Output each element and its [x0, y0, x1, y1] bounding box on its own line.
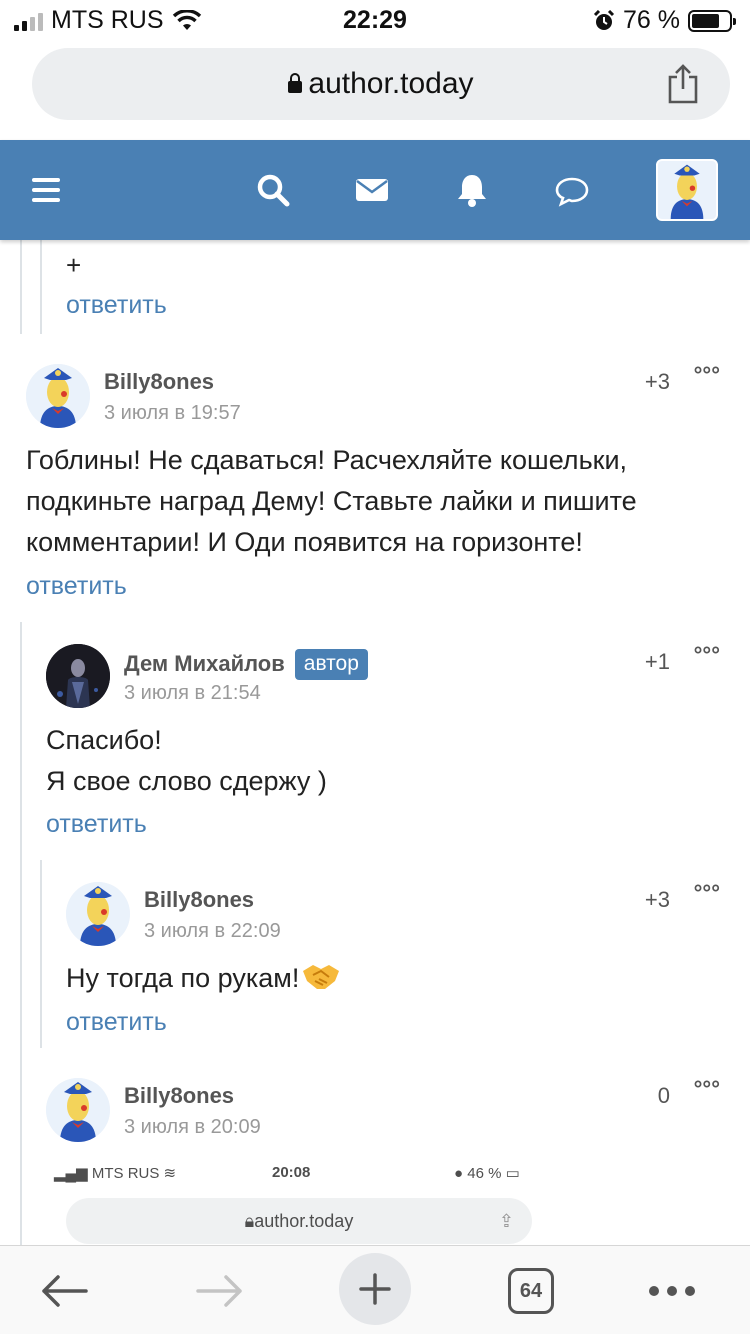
comment-date[interactable]: 3 июля в 21:54	[124, 682, 261, 705]
comment-text-line: Гоблины! Не сдаваться! Расчехляйте кошел…	[26, 445, 628, 475]
comment-avatar[interactable]	[46, 1078, 110, 1142]
author-badge: автор	[294, 649, 368, 680]
address-bar[interactable]: author.today	[32, 48, 730, 120]
embed-battery: ● 46 % ▭	[454, 1165, 520, 1182]
battery-percent: 76 %	[623, 6, 680, 34]
comment-author[interactable]: Billy8ones	[124, 1083, 234, 1109]
user-avatar[interactable]	[656, 159, 718, 221]
comment-score[interactable]: +3	[645, 369, 670, 395]
thread-line	[20, 622, 22, 1245]
comment-date[interactable]: 3 июля в 22:09	[144, 920, 281, 943]
comment-author[interactable]: Дем Михайлов автор	[124, 649, 368, 680]
reply-link[interactable]: ответить	[26, 572, 127, 601]
avatar-image	[658, 161, 716, 219]
more-options-icon[interactable]: °°°	[694, 362, 720, 388]
url-display[interactable]: author.today	[32, 67, 730, 101]
comment: Billy8ones 3 июля в 22:09 +3 °°° Ну тогд…	[66, 876, 726, 1046]
tabs-count: 64	[508, 1268, 554, 1314]
status-right: 76 %	[593, 6, 736, 35]
embed-carrier: ▂▄▆ MTS RUS ︎≋	[54, 1165, 177, 1182]
reply-link[interactable]: ответить	[66, 1008, 167, 1037]
back-button[interactable]	[36, 1256, 92, 1326]
avatar-image	[26, 364, 90, 428]
share-icon[interactable]	[666, 64, 700, 104]
chat-icon[interactable]	[554, 172, 590, 208]
comment-avatar[interactable]	[46, 644, 110, 708]
attached-screenshot[interactable]: ▂▄▆ MTS RUS ︎≋ 20:08 ● 46 % ▭ 🔒︎author.t…	[46, 1158, 546, 1245]
comment-date[interactable]: 3 июля в 20:09	[124, 1116, 261, 1139]
comment-author[interactable]: Billy8ones	[144, 887, 254, 913]
comment-date[interactable]: 3 июля в 19:57	[104, 402, 241, 425]
search-icon[interactable]	[255, 172, 291, 208]
avatar-image	[46, 1078, 110, 1142]
more-options-icon[interactable]: °°°	[694, 1076, 720, 1102]
lock-icon	[288, 73, 303, 93]
comment-avatar[interactable]	[26, 364, 90, 428]
new-tab-button[interactable]	[339, 1253, 411, 1325]
comment-score[interactable]: 0	[658, 1083, 670, 1109]
reply-link[interactable]: ответить	[66, 291, 167, 320]
handshake-emoji-icon	[303, 965, 340, 989]
mail-icon[interactable]	[354, 172, 390, 208]
reply-link[interactable]: ответить	[46, 810, 147, 839]
tabs-button[interactable]: 64	[507, 1256, 555, 1326]
comment: Дем Михайлов автор 3 июля в 21:54 +1 °°° …	[46, 638, 726, 848]
embed-address-bar: 🔒︎author.today ⇪	[66, 1198, 532, 1244]
plus-icon	[339, 1253, 411, 1325]
comment-text-line: комментарии! И Оди появится на горизонте…	[26, 527, 583, 557]
comment-author-name[interactable]: Дем Михайлов	[124, 651, 285, 676]
alarm-icon	[593, 9, 615, 30]
embed-url: author.today	[254, 1211, 354, 1231]
embed-lock-icon: 🔒︎	[244, 1211, 255, 1231]
comment-text-line: Я свое слово сдержу )	[46, 766, 327, 796]
comment-text-line: Спасибо!	[46, 725, 162, 755]
menu-icon[interactable]	[32, 178, 60, 202]
url-text: author.today	[308, 67, 474, 100]
more-icon[interactable]	[644, 1256, 700, 1326]
forward-arrow-icon	[196, 1275, 242, 1307]
bell-icon[interactable]	[454, 172, 490, 208]
comment-score[interactable]: +3	[645, 887, 670, 913]
back-arrow-icon	[42, 1275, 88, 1307]
thread-line	[40, 860, 42, 1048]
avatar-image	[66, 882, 130, 946]
comment: Billy8ones 3 июля в 19:57 +3 °°° Гоблины…	[26, 358, 726, 608]
collapsed-plus: +	[66, 250, 82, 280]
site-header	[0, 140, 750, 240]
comment-text-line: подкиньте наград Дему! Ставьте лайки и п…	[26, 486, 637, 516]
comment-score[interactable]: +1	[645, 649, 670, 675]
thread-line	[20, 240, 22, 334]
embed-share-icon: ⇪	[498, 1211, 514, 1231]
comment-author[interactable]: Billy8ones	[104, 369, 214, 395]
avatar-image	[46, 644, 110, 708]
comment: Billy8ones 3 июля в 20:09 0 °°°	[46, 1072, 726, 1152]
battery-icon	[688, 9, 736, 32]
comment-text: Ну тогда по рукам!	[66, 963, 300, 993]
thread-line	[40, 240, 42, 334]
more-options-icon[interactable]: °°°	[694, 880, 720, 906]
comment-avatar[interactable]	[66, 882, 130, 946]
comments-thread: + ответить Billy8ones 3 июля в 19:57 +3 …	[0, 240, 750, 1245]
browser-toolbar: 64	[0, 1245, 750, 1334]
comment-text-line: Ну тогда по рукам!	[66, 958, 341, 999]
embed-time: 20:08	[272, 1164, 311, 1181]
forward-button[interactable]	[192, 1256, 248, 1326]
more-options-icon[interactable]: °°°	[694, 642, 720, 668]
status-bar: MTS RUS 22:29 76 %	[0, 0, 750, 40]
